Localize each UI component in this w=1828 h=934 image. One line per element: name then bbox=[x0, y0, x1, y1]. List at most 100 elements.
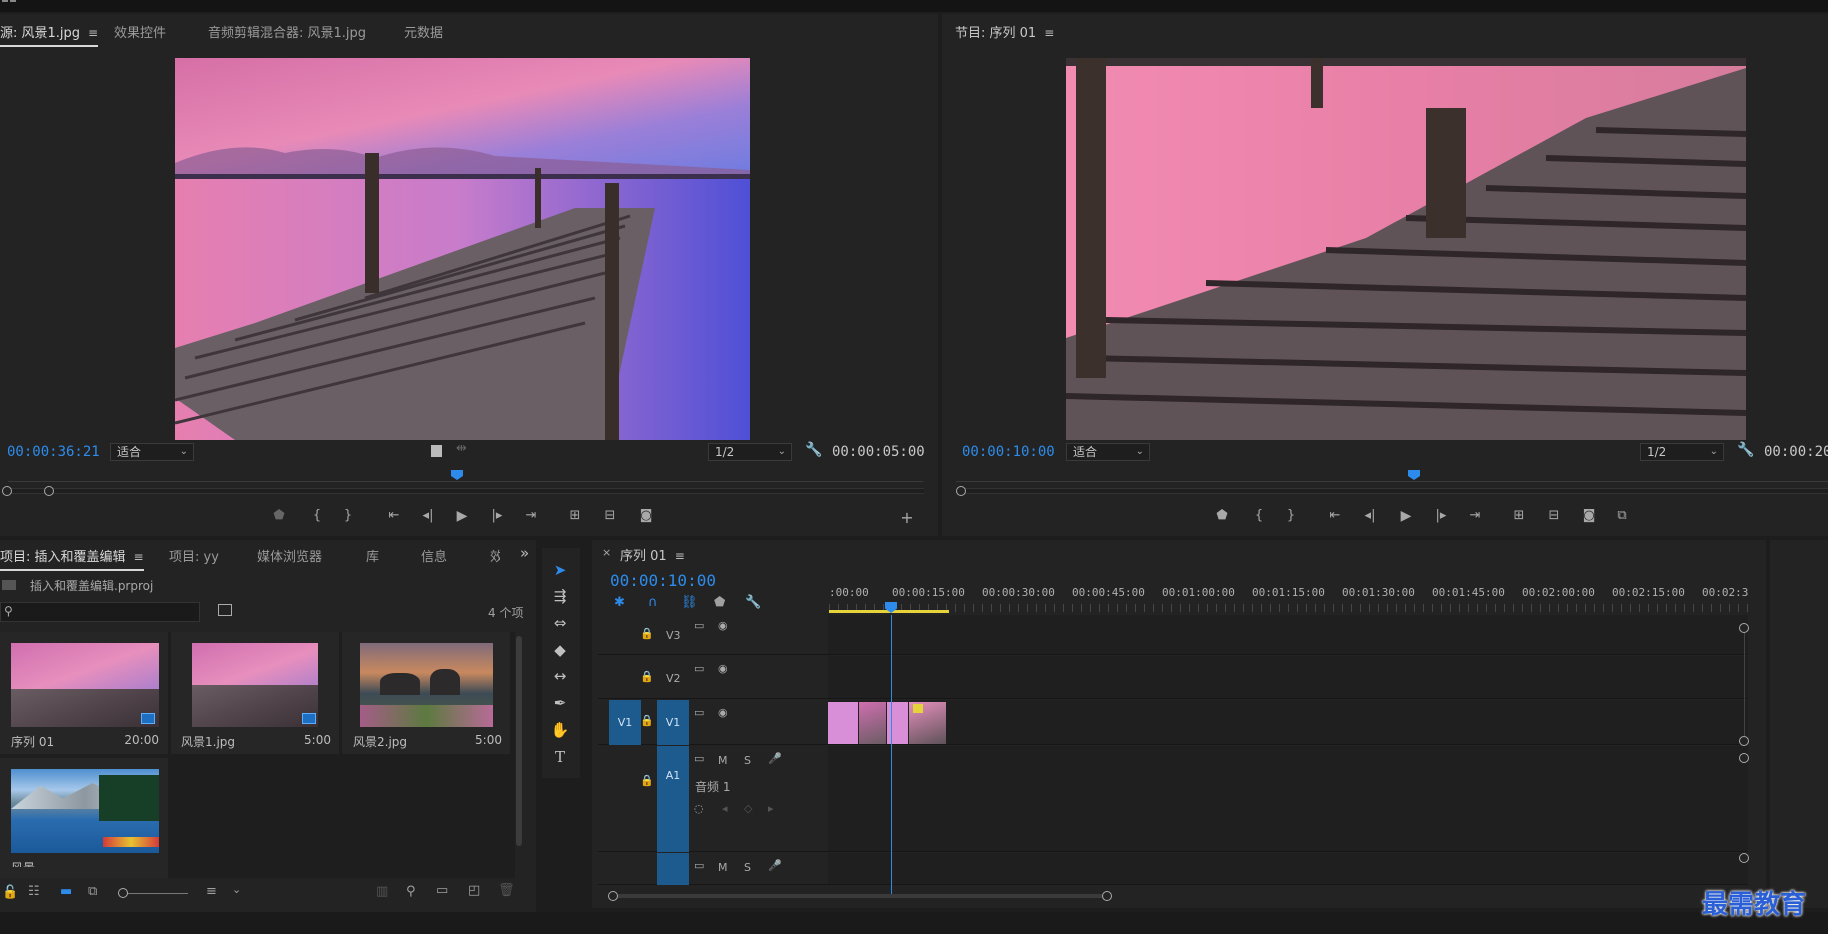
lock-icon[interactable]: 🔒 bbox=[640, 774, 654, 787]
menu-icon[interactable] bbox=[0, 0, 22, 4]
go-to-out-icon[interactable]: ⇥ bbox=[1463, 505, 1487, 527]
track-lane-a1[interactable] bbox=[828, 746, 1748, 852]
export-frame-icon[interactable]: ◙ bbox=[1577, 505, 1601, 527]
pen-tool-icon[interactable]: ✒ bbox=[546, 691, 574, 715]
lock-icon[interactable]: 🔒 bbox=[640, 627, 654, 640]
add-keyframe-icon[interactable]: ◇ bbox=[744, 802, 752, 815]
prev-keyframe-icon[interactable]: ◂ bbox=[722, 802, 728, 815]
ripple-edit-tool-icon[interactable]: ⇔ bbox=[546, 611, 574, 635]
sort-icon[interactable]: ≡ bbox=[206, 884, 217, 899]
track-header-a2[interactable]: ▭ M S 🎤 bbox=[598, 853, 828, 885]
source-playhead[interactable] bbox=[451, 470, 463, 480]
track-select-tool-icon[interactable]: ⇶ bbox=[546, 584, 574, 608]
mark-in-icon[interactable]: { bbox=[305, 505, 329, 527]
zoom-slider[interactable] bbox=[118, 888, 188, 898]
comparison-view-icon[interactable]: ⧉ bbox=[1610, 505, 1634, 527]
new-search-bin-icon[interactable] bbox=[218, 604, 232, 616]
snap-icon[interactable]: ∩ bbox=[648, 595, 658, 610]
eye-icon[interactable]: ◉ bbox=[718, 706, 728, 719]
panel-menu-icon[interactable]: ≡ bbox=[88, 26, 98, 40]
go-to-in-icon[interactable]: ⇤ bbox=[382, 505, 406, 527]
type-tool-icon[interactable]: T bbox=[546, 745, 574, 769]
track-header-v2[interactable]: 🔒 V2 ▭ ◉ bbox=[598, 656, 828, 699]
track-header-a1[interactable]: A1 🔒 ▭ M S 🎤 音频 1 ◌ ◂ ◇ ▸ bbox=[598, 746, 828, 852]
source-fit-select[interactable]: 适合 ⌄ bbox=[110, 443, 194, 461]
track-lane-a2[interactable] bbox=[828, 853, 1748, 885]
panel-menu-icon[interactable]: ≡ bbox=[1044, 26, 1054, 40]
selection-tool-icon[interactable]: ➤ bbox=[546, 558, 574, 582]
step-forward-icon[interactable]: |▸ bbox=[485, 505, 509, 527]
zoom-slider-handle[interactable] bbox=[118, 888, 128, 898]
a-zoom-handle-top[interactable] bbox=[1739, 753, 1749, 763]
add-marker-icon[interactable]: ⬟ bbox=[1210, 505, 1234, 527]
source-patch-v1[interactable]: V1 bbox=[609, 700, 641, 745]
play-icon[interactable]: ▶ bbox=[450, 505, 474, 527]
track-lane-v3[interactable] bbox=[828, 615, 1748, 655]
track-header-v3[interactable]: 🔒 V3 ▭ ◉ bbox=[598, 615, 828, 655]
track-target-a2[interactable] bbox=[657, 853, 689, 885]
timeline-timecode[interactable]: 00:00:10:00 bbox=[610, 571, 716, 590]
wrench-icon[interactable]: 🔧 bbox=[805, 442, 822, 458]
timeline-time-ruler[interactable]: :00:00 00:00:15:00 00:00:30:00 00:00:45:… bbox=[829, 584, 1749, 614]
overwrite-icon[interactable]: ⊟ bbox=[598, 505, 622, 527]
mark-in-icon[interactable]: { bbox=[1247, 505, 1271, 527]
project-item[interactable]: 风景 bbox=[0, 758, 168, 880]
track-target-a1[interactable]: A1 bbox=[657, 746, 689, 852]
source-zoom-bar[interactable] bbox=[6, 488, 924, 494]
v-zoom-handle-top[interactable] bbox=[1739, 623, 1749, 633]
export-frame-icon[interactable]: ◙ bbox=[634, 505, 658, 527]
sync-lock-icon[interactable]: ▭ bbox=[694, 752, 704, 765]
track-target-v1[interactable]: V1 bbox=[657, 700, 689, 745]
track-lane-v2[interactable] bbox=[828, 656, 1748, 699]
go-to-in-icon[interactable]: ⇤ bbox=[1323, 505, 1347, 527]
sync-lock-icon[interactable]: ▭ bbox=[694, 859, 704, 872]
clip[interactable] bbox=[886, 702, 908, 744]
trim-arrows-icon[interactable]: ⇹ bbox=[456, 441, 467, 456]
nest-toggle-icon[interactable]: ✱ bbox=[614, 595, 625, 610]
solo-button[interactable]: S bbox=[744, 754, 751, 767]
microphone-icon[interactable]: 🎤 bbox=[768, 859, 782, 872]
program-video-frame[interactable] bbox=[1066, 58, 1746, 440]
button-editor-icon[interactable]: + bbox=[895, 507, 919, 529]
program-zoom-bar[interactable] bbox=[960, 488, 1828, 494]
zoom-handle-left[interactable] bbox=[956, 486, 966, 496]
step-back-icon[interactable]: ◂| bbox=[416, 505, 440, 527]
step-back-icon[interactable]: ◂| bbox=[1358, 505, 1382, 527]
solo-button-2[interactable]: S bbox=[744, 861, 751, 874]
slip-tool-icon[interactable]: ↔ bbox=[546, 664, 574, 688]
sync-lock-icon[interactable]: ▭ bbox=[694, 706, 704, 719]
icon-view-icon[interactable]: ▬ bbox=[60, 884, 72, 899]
insert-icon[interactable]: ⊞ bbox=[563, 505, 587, 527]
v-scroll-track[interactable] bbox=[1744, 633, 1745, 736]
source-video-frame[interactable] bbox=[175, 58, 750, 440]
a-zoom-handle-bottom[interactable] bbox=[1739, 853, 1749, 863]
tab-effect-controls[interactable]: 效果控件 bbox=[114, 22, 166, 41]
project-item[interactable]: 风景1.jpg 5:00 bbox=[171, 632, 339, 754]
new-bin-icon[interactable]: ▭ bbox=[436, 883, 448, 898]
clip[interactable] bbox=[908, 702, 946, 744]
timeline-settings-icon[interactable]: 🔧 bbox=[745, 595, 761, 610]
new-item-icon[interactable]: ◰ bbox=[468, 883, 480, 898]
tab-info[interactable]: 信息 bbox=[421, 546, 447, 565]
source-timecode-current[interactable]: 00:00:36:21 bbox=[7, 444, 100, 460]
v-zoom-handle-bottom[interactable] bbox=[1739, 736, 1749, 746]
tab-project-main[interactable]: 项目: 插入和覆盖编辑 ≡ bbox=[0, 546, 144, 571]
chevron-down-icon[interactable]: ⌄ bbox=[232, 883, 241, 896]
source-quality-select[interactable]: 1/2 ⌄ bbox=[708, 443, 792, 461]
mark-out-icon[interactable]: } bbox=[1279, 505, 1303, 527]
timeline-zoom-bar[interactable] bbox=[608, 891, 1748, 901]
list-view-icon[interactable]: ☷ bbox=[28, 884, 40, 899]
tab-project-yy[interactable]: 项目: yy bbox=[169, 546, 219, 565]
program-time-ruler[interactable] bbox=[956, 469, 1828, 485]
automate-to-sequence-icon[interactable]: ▥ bbox=[376, 884, 388, 899]
microphone-icon[interactable]: 🎤 bbox=[768, 752, 782, 765]
track-header-v1[interactable]: V1 🔒 V1 ▭ ◉ bbox=[598, 700, 828, 745]
lock-icon[interactable]: 🔓 bbox=[2, 885, 18, 900]
go-to-out-icon[interactable]: ⇥ bbox=[519, 505, 543, 527]
project-search-input[interactable]: ⚲ bbox=[0, 602, 200, 622]
zoom-handle-right[interactable] bbox=[1102, 891, 1112, 901]
zoom-handle-right[interactable] bbox=[44, 486, 54, 496]
program-quality-select[interactable]: 1/2 ⌄ bbox=[1640, 443, 1724, 461]
lift-icon[interactable]: ⊞ bbox=[1507, 505, 1531, 527]
add-marker-icon[interactable]: ⬟ bbox=[267, 505, 291, 527]
